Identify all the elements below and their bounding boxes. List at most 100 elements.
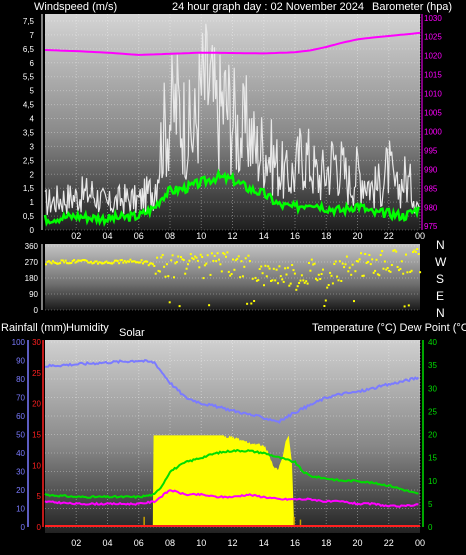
barometer-y-tick-label: 985 [424, 184, 438, 193]
wind-direction-point [189, 253, 192, 256]
wind-direction-point [292, 269, 295, 272]
wind-title: Windspeed (m/s) [34, 1, 117, 13]
wind-direction-point [345, 255, 348, 258]
wind-direction-point [340, 280, 343, 282]
wind-direction-point [185, 267, 188, 270]
temperature-y-tick-label: 0 [428, 523, 433, 532]
rain-y-tick-label: 15 [32, 431, 41, 440]
wind-direction-point [284, 267, 287, 270]
lower-x-tick-label: 16 [290, 538, 300, 548]
wind-direction-point [402, 272, 405, 275]
wind-direction-point [322, 268, 324, 271]
wind-direction-point [337, 279, 340, 282]
wind-direction-point [286, 266, 289, 269]
wind-direction-point [226, 251, 229, 254]
wind-direction-point [386, 267, 389, 269]
wind-direction-point [371, 258, 374, 261]
wind-direction-point [232, 258, 234, 261]
lower-x-tick-label: 02 [71, 538, 81, 548]
wind-direction-point [306, 282, 309, 285]
wind-direction-point [261, 272, 264, 275]
wind-y-tick-label: 7,5 [23, 17, 35, 26]
wind-direction-point [187, 263, 189, 266]
rain-y-tick-label: 25 [32, 369, 41, 378]
wind-direction-point [233, 268, 236, 271]
wind-direction-point [208, 304, 211, 307]
wind-direction-point [378, 274, 381, 277]
wind-direction-point [116, 259, 119, 262]
wind-direction-point [247, 254, 250, 257]
wind-direction-point [354, 270, 357, 273]
barometer-y-tick-label: 990 [424, 165, 438, 174]
rain-y-tick-label: 30 [32, 338, 41, 347]
lower-x-tick-label: 20 [352, 538, 362, 548]
barometer-y-tick-label: 995 [424, 146, 438, 155]
barometer-y-tick-label: 1030 [424, 14, 442, 23]
wind-direction-point [239, 276, 242, 279]
wind-direction-point [399, 267, 402, 270]
wind-direction-point [178, 305, 181, 308]
wind-direction-point [213, 254, 216, 257]
wind-direction-point [210, 252, 213, 255]
wind-direction-point [165, 263, 168, 266]
chart-title: 24 hour graph day : 02 November 2024 [172, 1, 364, 13]
wind-direction-point [188, 259, 191, 262]
wind-direction-point [95, 260, 98, 263]
wind-direction-point [323, 305, 326, 307]
wind-direction-point [218, 258, 220, 261]
wind-direction-point [254, 276, 257, 279]
wind-direction-point [308, 262, 310, 264]
wind-direction-point [220, 270, 223, 273]
wind-direction-point [326, 286, 329, 289]
barometer-y-tick-label: 1015 [424, 71, 442, 80]
direction-y-tick-label: 90 [29, 290, 38, 299]
wind-direction-point [223, 253, 226, 256]
wind-direction-point [375, 258, 378, 261]
wind-direction-point [362, 274, 365, 277]
wind-direction-point [272, 267, 275, 270]
weather-graph: 0 0,5 1 1,5 2 2,5 3 3,5 4 4,5 5 5,5 6 6,5 7 7,5 975 980 98… [1, 1, 466, 548]
wind-direction-point [240, 260, 243, 263]
wind-direction-point [298, 282, 301, 284]
wind-direction-point [73, 259, 76, 261]
wind-direction-point [336, 275, 339, 278]
wind-direction-point [263, 284, 265, 287]
wind-direction-point [63, 261, 66, 264]
wind-direction-point [173, 276, 175, 279]
wind-direction-point [227, 270, 230, 273]
wind-x-tick-label: 20 [352, 231, 362, 241]
direction-y-tick-label: 180 [25, 274, 39, 283]
wind-direction-point [295, 288, 298, 291]
barometer-title: Barometer (hpa) [372, 1, 452, 13]
compass-n-top: N [436, 238, 445, 252]
lower-x-tick-label: 22 [384, 538, 394, 548]
wind-direction-point [161, 254, 164, 256]
wind-y-tick-label: 0 [30, 226, 35, 235]
barometer-y-tick-label: 975 [424, 222, 438, 231]
wind-direction-point [171, 254, 174, 257]
rain-y-tick-label: 5 [37, 492, 42, 501]
wind-direction-point [156, 256, 159, 259]
wind-direction-point [299, 279, 302, 282]
wind-direction-point [369, 263, 372, 266]
wind-direction-point [379, 254, 382, 256]
wind-direction-point [281, 278, 284, 281]
wind-direction-point [195, 256, 198, 259]
compass-s: S [436, 272, 444, 286]
wind-direction-point [310, 258, 313, 261]
barometer-y-tick-label: 980 [424, 203, 438, 212]
wind-x-tick-label: 22 [384, 231, 394, 241]
compass-w: W [435, 255, 447, 269]
wind-direction-point [201, 256, 204, 258]
wind-direction-point [153, 265, 156, 267]
lower-x-tick-label: 00 [415, 538, 425, 548]
wind-y-tick-label: 3 [30, 142, 35, 151]
temperature-y-tick-label: 30 [428, 384, 437, 393]
wind-direction-point [182, 259, 185, 261]
wind-direction-point [279, 275, 282, 278]
wind-direction-point [206, 254, 209, 257]
wind-direction-point [271, 279, 274, 282]
humidity-y-tick-label: 100 [12, 338, 26, 347]
wind-x-tick-label: 10 [196, 231, 206, 241]
wind-direction-point [419, 271, 422, 274]
